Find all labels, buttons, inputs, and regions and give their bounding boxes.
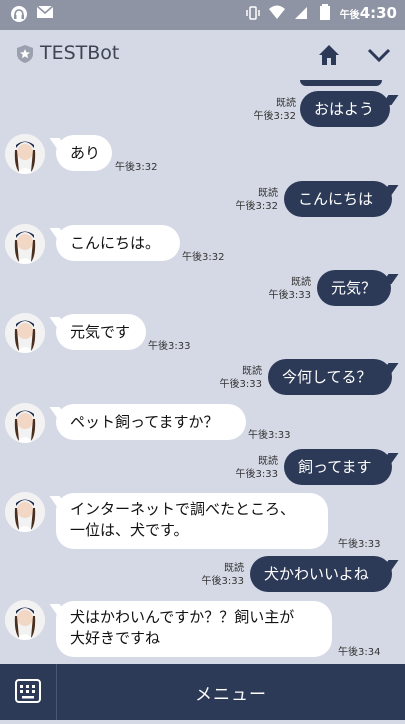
home-icon[interactable] <box>314 40 344 70</box>
message-line: 大好きですね <box>70 629 161 647</box>
status-bar: 午後4:30 <box>0 0 405 30</box>
message-time: 午後3:34 <box>338 647 381 658</box>
message-meta: 既読 午後3:32 <box>253 98 296 122</box>
message-bubble-bot[interactable]: あり <box>56 135 112 171</box>
battery-icon <box>316 4 334 22</box>
message-bubble-me[interactable]: 今何してる？ <box>268 359 392 395</box>
message-time: 午後3:33 <box>248 430 291 441</box>
wifi-icon <box>268 4 286 22</box>
message-bubble-bot[interactable]: 元気です <box>56 314 146 350</box>
mail-icon <box>36 5 54 23</box>
bot-avatar[interactable] <box>5 492 45 532</box>
message-bubble-bot[interactable]: インターネットで調べたところ、 一位は、犬です。 <box>56 493 328 549</box>
message-bubble-bot[interactable]: ペット飼ってますか？ <box>56 404 246 440</box>
chat-area[interactable]: 既読 午後3:32 おはよう あり 午後3:32 既読 午後3:32 こんにちは こ… <box>0 80 405 664</box>
chat-header: TESTBot <box>0 30 405 80</box>
keyboard-icon[interactable] <box>0 664 57 720</box>
previous-message-stub <box>300 80 382 86</box>
bot-avatar[interactable] <box>5 313 45 353</box>
message-meta: 既読 午後3:33 <box>268 277 311 301</box>
headset-icon <box>10 5 28 23</box>
message-bubble-bot[interactable]: 犬はかわいんですか？？飼い主が 大好きですね <box>56 601 332 657</box>
status-time: 午後4:30 <box>339 4 397 22</box>
message-meta: 既読 午後3:33 <box>235 456 278 480</box>
message-time: 午後3:32 <box>115 162 158 173</box>
message-line: 一位は、犬です。 <box>70 521 189 539</box>
message-bubble-me[interactable]: こんにちは <box>284 181 392 217</box>
chevron-down-icon[interactable] <box>364 40 394 70</box>
message-bubble-me[interactable]: 元気？ <box>317 270 391 306</box>
star-badge-icon <box>17 45 33 63</box>
bot-avatar[interactable] <box>5 600 45 640</box>
bot-avatar[interactable] <box>5 134 45 174</box>
message-time: 午後3:33 <box>148 341 191 352</box>
vibrate-icon <box>244 4 262 22</box>
message-bubble-me[interactable]: 犬かわいいよね <box>250 556 392 592</box>
message-bubble-me[interactable]: おはよう <box>300 91 390 127</box>
message-bubble-bot[interactable]: こんにちは。 <box>56 225 180 261</box>
bot-avatar[interactable] <box>5 403 45 443</box>
message-meta: 既読 午後3:33 <box>219 366 262 390</box>
message-bubble-me[interactable]: 飼ってます <box>284 449 392 485</box>
message-meta: 既読 午後3:32 <box>235 188 278 212</box>
signal-icon <box>292 4 310 22</box>
message-time: 午後3:33 <box>338 539 381 550</box>
message-line: インターネットで調べたところ、 <box>70 500 296 518</box>
bottom-bar: メニュー <box>0 664 405 720</box>
chat-title: TESTBot <box>40 42 120 64</box>
message-line: 犬はかわいんですか？？飼い主が <box>70 608 295 626</box>
message-meta: 既読 午後3:33 <box>201 563 244 587</box>
message-time: 午後3:32 <box>182 252 225 263</box>
bot-avatar[interactable] <box>5 224 45 264</box>
menu-button[interactable]: メニュー <box>57 664 405 720</box>
